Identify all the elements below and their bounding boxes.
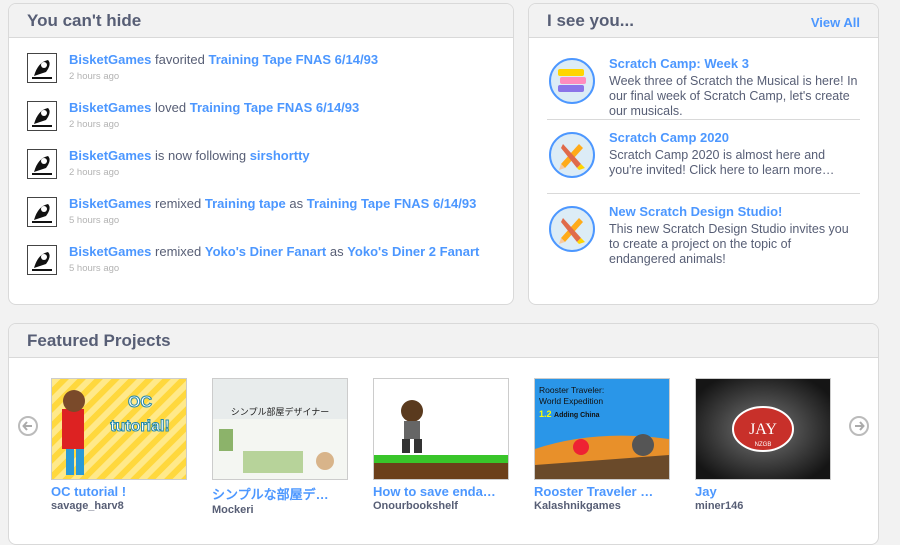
project-link[interactable]: Training Tape FNAS 6/14/93 [209, 52, 379, 67]
activity-time: 2 hours ago [69, 167, 120, 178]
activity-joiner: as [289, 196, 304, 211]
featured-header: Featured Projects [9, 324, 878, 358]
project-card[interactable]: OC tutorial! OC tutorial ! savage_harv8 [51, 378, 187, 512]
user-link[interactable]: BisketGames [69, 52, 151, 67]
pencil-brush-icon [549, 132, 595, 178]
activity-joiner: as [329, 244, 344, 259]
activity-action: loved [155, 100, 187, 115]
activity-list: BisketGames favorited Training Tape FNAS… [9, 38, 513, 288]
svg-text:シンプル部屋デザイナー: シンプル部屋デザイナー [231, 406, 330, 418]
project-thumbnail[interactable]: JAY NZGB [695, 378, 831, 480]
activity-time: 5 hours ago [69, 215, 120, 226]
activity-item: BisketGames loved Training Tape FNAS 6/1… [27, 96, 513, 144]
project-link[interactable]: Yoko's Diner Fanart [205, 244, 326, 259]
news-item-title[interactable]: New Scratch Design Studio! [609, 204, 860, 219]
pencil-brush-icon [549, 206, 595, 252]
project-card[interactable]: Rooster Traveler: World Expedition 1.2 A… [534, 378, 670, 512]
activity-item: BisketGames remixed Training tape as Tra… [27, 192, 513, 240]
user-link[interactable]: BisketGames [69, 244, 151, 259]
activity-line: BisketGames is now following sirshortty [69, 148, 310, 164]
activity-action: remixed [155, 244, 202, 259]
carousel-prev-button[interactable] [18, 416, 38, 436]
project-link[interactable]: Training tape [205, 196, 286, 211]
project-link[interactable]: Yoko's Diner 2 Fanart [347, 244, 479, 259]
user-link[interactable]: BisketGames [69, 196, 151, 211]
project-thumbnail[interactable] [373, 378, 509, 480]
activity-item: BisketGames favorited Training Tape FNAS… [27, 48, 513, 96]
svg-text:tutorial!: tutorial! [110, 418, 170, 435]
activity-action: is now following [155, 148, 247, 163]
activity-title: You can't hide [27, 10, 142, 30]
project-author[interactable]: savage_harv8 [51, 500, 187, 512]
news-item[interactable]: New Scratch Design Studio! This new Scra… [547, 194, 860, 268]
avatar[interactable] [27, 53, 57, 83]
arrow-right-icon [855, 421, 865, 431]
project-author[interactable]: Onourbookshelf [373, 500, 509, 512]
news-panel: I see you... View All Scratch Camp: Week… [528, 3, 879, 305]
news-header: I see you... View All [529, 4, 878, 38]
news-item-body: This new Scratch Design Studio invites y… [609, 222, 849, 266]
project-card[interactable]: シンプル部屋デザイナー シンプルな部屋デ… Mockeri [212, 378, 348, 516]
news-list: Scratch Camp: Week 3 Week three of Scrat… [529, 38, 878, 268]
svg-text:OC: OC [128, 394, 152, 411]
avatar[interactable] [27, 197, 57, 227]
activity-action: favorited [155, 52, 205, 67]
project-title[interactable]: Jay [695, 484, 831, 499]
project-thumbnail[interactable]: シンプル部屋デザイナー [212, 378, 348, 480]
project-card[interactable]: JAY NZGB Jay miner146 [695, 378, 831, 512]
stacked-blocks-icon [549, 58, 595, 104]
news-title: I see you... [547, 10, 634, 30]
project-author[interactable]: Kalashnikgames [534, 500, 670, 512]
user-link[interactable]: BisketGames [69, 148, 151, 163]
news-item-title[interactable]: Scratch Camp 2020 [609, 130, 860, 145]
activity-line: BisketGames loved Training Tape FNAS 6/1… [69, 100, 359, 116]
project-thumbnail[interactable]: Rooster Traveler: World Expedition 1.2 A… [534, 378, 670, 480]
svg-text:World Expedition: World Expedition [539, 396, 603, 406]
avatar[interactable] [27, 101, 57, 131]
activity-time: 2 hours ago [69, 119, 120, 130]
project-thumbnail[interactable]: OC tutorial! [51, 378, 187, 480]
svg-text:Rooster Traveler:: Rooster Traveler: [539, 385, 604, 395]
activity-line: BisketGames favorited Training Tape FNAS… [69, 52, 378, 68]
project-link[interactable]: Training Tape FNAS 6/14/93 [190, 100, 360, 115]
project-author[interactable]: miner146 [695, 500, 831, 512]
activity-item: BisketGames is now following sirshortty … [27, 144, 513, 192]
arrow-left-icon [22, 421, 32, 431]
news-item[interactable]: Scratch Camp: Week 3 Week three of Scrat… [547, 46, 860, 120]
carousel-next-button[interactable] [849, 416, 869, 436]
avatar[interactable] [27, 245, 57, 275]
project-title[interactable]: OC tutorial ! [51, 484, 187, 499]
news-item[interactable]: Scratch Camp 2020 Scratch Camp 2020 is a… [547, 120, 860, 194]
news-item-body: Scratch Camp 2020 is almost here and you… [609, 148, 835, 177]
news-item-body: Week three of Scratch the Musical is her… [609, 74, 858, 118]
project-carousel: OC tutorial! OC tutorial ! savage_harv8 … [9, 358, 878, 528]
avatar[interactable] [27, 149, 57, 179]
activity-panel: You can't hide BisketGames favorited Tra… [8, 3, 514, 305]
user-link[interactable]: BisketGames [69, 100, 151, 115]
project-author[interactable]: Mockeri [212, 504, 348, 516]
activity-header: You can't hide [9, 4, 513, 38]
activity-action: remixed [155, 196, 202, 211]
activity-time: 2 hours ago [69, 71, 120, 82]
user-link[interactable]: sirshortty [250, 148, 310, 163]
project-title[interactable]: Rooster Traveler … [534, 484, 670, 499]
project-card[interactable]: How to save enda… Onourbookshelf [373, 378, 509, 512]
featured-panel: Featured Projects OC tutorial! OC tutori… [8, 323, 879, 545]
project-title[interactable]: How to save enda… [373, 484, 509, 499]
activity-line: BisketGames remixed Yoko's Diner Fanart … [69, 244, 479, 260]
featured-title: Featured Projects [27, 330, 171, 350]
svg-text:JAY: JAY [749, 421, 777, 438]
project-link[interactable]: Training Tape FNAS 6/14/93 [307, 196, 477, 211]
activity-time: 5 hours ago [69, 263, 120, 274]
news-item-title[interactable]: Scratch Camp: Week 3 [609, 56, 860, 71]
activity-line: BisketGames remixed Training tape as Tra… [69, 196, 476, 212]
view-all-link[interactable]: View All [811, 11, 860, 30]
project-title[interactable]: シンプルな部屋デ… [212, 484, 348, 503]
activity-item: BisketGames remixed Yoko's Diner Fanart … [27, 240, 513, 288]
svg-text:NZGB: NZGB [755, 442, 772, 448]
